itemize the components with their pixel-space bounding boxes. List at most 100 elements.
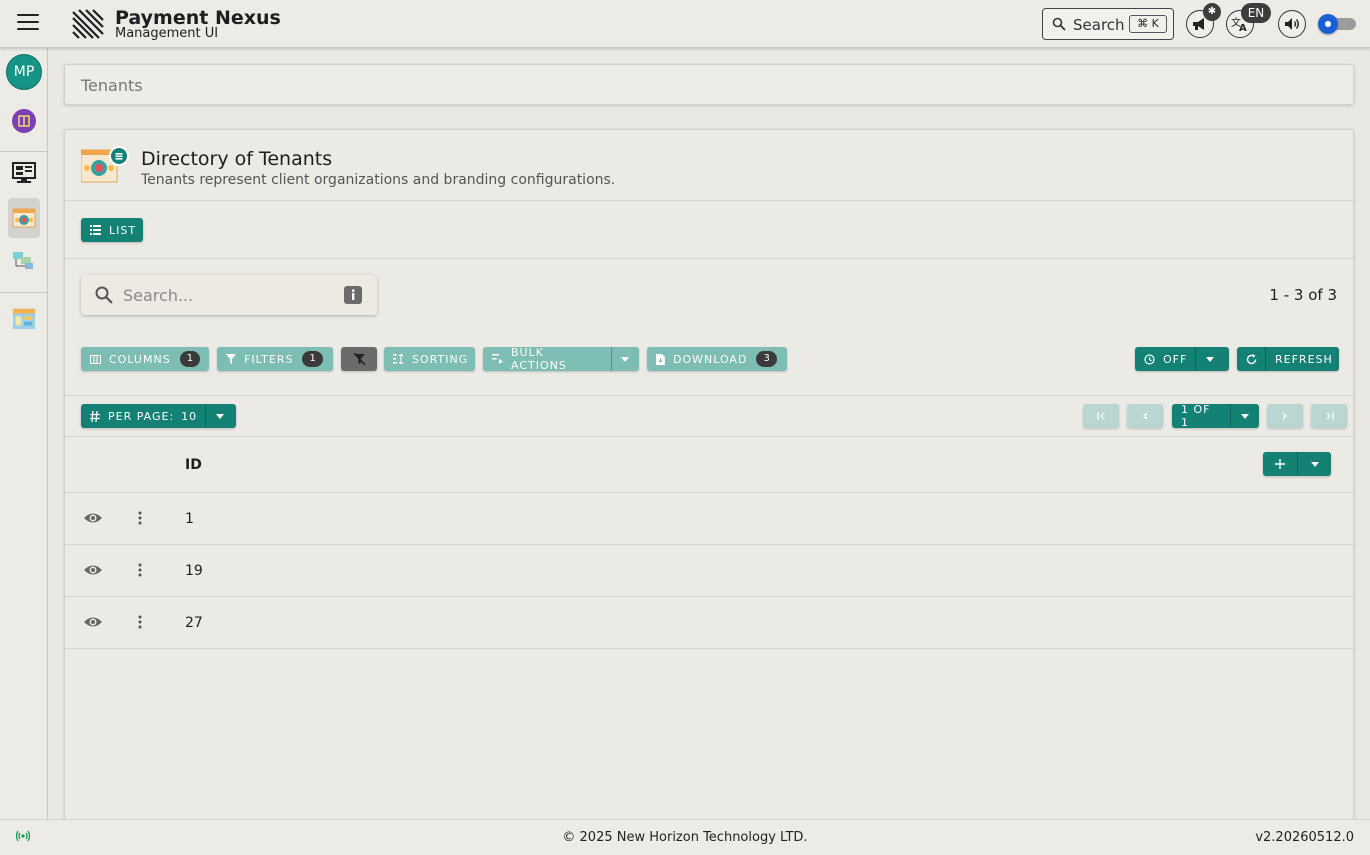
dashboard-icon[interactable] (12, 307, 36, 331)
filter-off-icon (352, 353, 366, 365)
tenant-id: 19 (185, 563, 203, 579)
language-button[interactable]: 文 A EN (1226, 3, 1271, 38)
clear-filters-button[interactable] (341, 347, 377, 371)
breadcrumb-current[interactable]: Tenants (81, 76, 143, 95)
sound-button[interactable] (1278, 10, 1306, 38)
sidebar: MP (0, 48, 48, 819)
column-header-id[interactable]: ID (185, 457, 202, 473)
search-label: Search (1073, 16, 1125, 34)
chevron-down-icon[interactable] (612, 356, 639, 362)
list-view-label: LIST (109, 223, 137, 237)
refresh-button[interactable]: REFRESH (1237, 347, 1339, 371)
chevron-down-icon[interactable] (1231, 413, 1259, 419)
version-label: v2.20260512.0 (1255, 830, 1354, 845)
download-file-icon (656, 353, 665, 365)
filters-count-badge: 1 (302, 351, 323, 367)
auto-refresh-label: OFF (1163, 352, 1188, 366)
download-label: DOWNLOAD (673, 352, 748, 366)
tenants-panel: Directory of Tenants Tenants represent c… (64, 129, 1355, 829)
language-badge: EN (1241, 3, 1271, 23)
filter-icon (226, 354, 236, 364)
tenants-icon (81, 146, 129, 183)
first-page-button[interactable] (1083, 404, 1119, 428)
bug-icon: ✱ (1203, 3, 1221, 21)
sun-icon (1318, 14, 1338, 34)
app-title: Payment Nexus (115, 7, 281, 29)
list-icon (90, 225, 101, 235)
eye-icon[interactable] (83, 615, 103, 629)
eye-icon[interactable] (83, 511, 103, 525)
result-count: 1 - 3 of 3 (1269, 286, 1337, 304)
per-page-select[interactable]: PER PAGE: 10 (81, 404, 236, 428)
chevron-left-icon (1143, 412, 1148, 420)
page-label: 1 OF 1 (1181, 403, 1211, 429)
add-tenant-button[interactable] (1263, 452, 1331, 476)
more-vertical-icon[interactable] (137, 511, 143, 525)
list-view-button[interactable]: LIST (81, 218, 143, 242)
hash-icon (90, 410, 100, 422)
page-title: Directory of Tenants (141, 148, 333, 170)
chevron-right-icon (1282, 412, 1287, 420)
columns-icon (90, 354, 101, 364)
plus-icon (1263, 459, 1297, 469)
svg-text:A: A (1239, 23, 1247, 32)
network-icon[interactable] (12, 248, 36, 272)
columns-count-badge: 1 (179, 351, 201, 367)
table-row: 27 (65, 597, 1355, 649)
timer-icon (1144, 353, 1155, 365)
global-search-button[interactable]: Search ⌘ K (1042, 8, 1174, 40)
table-row: 1 (65, 493, 1355, 545)
tenant-id: 1 (185, 511, 194, 527)
columns-button[interactable]: COLUMNS 1 (81, 347, 209, 371)
announcements-button[interactable]: ✱ (1186, 3, 1221, 38)
chevron-down-icon[interactable] (1196, 356, 1224, 362)
eye-icon[interactable] (83, 563, 103, 577)
bulk-actions-label: BULK ACTIONS (511, 346, 567, 372)
chevron-down-icon[interactable] (1298, 461, 1331, 467)
chevron-down-icon[interactable] (206, 413, 234, 419)
table-row: 19 (65, 545, 1355, 597)
search-shortcut: ⌘ K (1129, 15, 1167, 33)
search-input[interactable] (123, 284, 333, 306)
top-bar: Payment Nexus Management UI Search ⌘ K ✱… (0, 0, 1370, 48)
volume-icon (1285, 18, 1299, 30)
breadcrumb: Tenants (64, 64, 1354, 105)
info-icon[interactable] (344, 286, 362, 304)
per-page-value: 10 (181, 409, 198, 423)
refresh-label: REFRESH (1275, 352, 1333, 366)
copyright: © 2025 New Horizon Technology LTD. (562, 830, 808, 845)
last-page-icon (1326, 412, 1334, 420)
search-icon (1052, 17, 1066, 31)
prev-page-button[interactable] (1127, 404, 1163, 428)
filters-label: FILTERS (244, 352, 294, 366)
page-subtitle: Tenants represent client organizations a… (141, 172, 616, 188)
refresh-icon (1246, 353, 1257, 365)
footer: © 2025 New Horizon Technology LTD. v2.20… (0, 819, 1370, 855)
auto-refresh-button[interactable]: OFF (1135, 347, 1229, 371)
monitor-icon[interactable] (12, 161, 36, 185)
per-page-label: PER PAGE: (108, 409, 175, 423)
app-subtitle: Management UI (115, 26, 219, 41)
download-button[interactable]: DOWNLOAD 3 (647, 347, 787, 371)
sorting-button[interactable]: SORTING (384, 347, 475, 371)
first-page-icon (1096, 412, 1104, 420)
theme-toggle[interactable] (1318, 14, 1356, 34)
columns-label: COLUMNS (109, 352, 171, 366)
sort-icon (393, 354, 404, 364)
bulk-actions-button[interactable]: BULK ACTIONS (483, 346, 639, 372)
menu-icon[interactable] (17, 14, 39, 32)
sorting-label: SORTING (412, 352, 469, 366)
filters-button[interactable]: FILTERS 1 (217, 347, 333, 371)
search-field[interactable] (81, 275, 377, 315)
search-icon (95, 286, 113, 304)
tenants-icon[interactable] (12, 206, 36, 230)
more-vertical-icon[interactable] (137, 615, 143, 629)
download-count-badge: 3 (756, 351, 777, 367)
puzzle-icon[interactable] (12, 109, 36, 133)
page-select[interactable]: 1 OF 1 (1172, 403, 1259, 429)
next-page-button[interactable] (1267, 404, 1303, 428)
more-vertical-icon[interactable] (137, 563, 143, 577)
last-page-button[interactable] (1311, 404, 1347, 428)
bulk-icon (492, 354, 503, 364)
avatar[interactable]: MP (6, 54, 42, 90)
